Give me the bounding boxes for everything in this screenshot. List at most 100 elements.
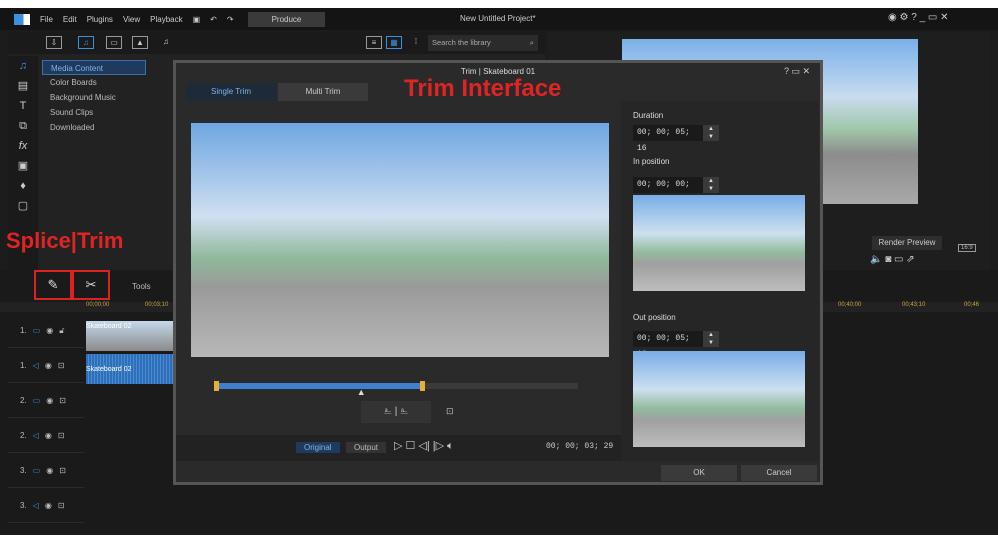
in-position-field[interactable]: 00; 00; 00; 00 [633,177,703,205]
trim-dialog: Trim | Skateboard 01 ? ▭ ✕ Trim Interfac… [173,60,823,485]
library-search-input[interactable]: Search the library ⌕ [428,35,538,51]
menu-plugins[interactable]: Plugins [87,15,113,24]
menu-playback[interactable]: Playback [150,15,182,24]
out-position-field[interactable]: 00; 00; 05; 16 [633,331,703,359]
clip-label: Skateboard 02 [86,323,132,330]
duration-spinner[interactable]: ▲ ▼ [703,125,719,141]
tab-single-trim[interactable]: Single Trim [186,83,276,101]
app-logo [14,13,30,25]
playback-controls[interactable]: ▷ ☐ ◁| |▷ 🔈︎ [394,439,454,453]
playback-bar: Original Output ▷ ☐ ◁| |▷ 🔈︎ 00; 00; 03;… [176,435,621,461]
subtitle-room-icon[interactable]: ▢ [8,196,38,216]
in-position-spinner[interactable]: ▲ ▼ [703,177,719,193]
video-track-2[interactable]: 2. ▭ ◉ ⊡ [8,384,84,418]
ruler-label: 00;46 [964,302,980,308]
eye-icon[interactable]: ◉ [46,396,53,405]
split-button[interactable]: ✎ [34,270,72,300]
audio-track-2[interactable]: 2. ◁ ◉ ⊡ [8,419,84,453]
lock-icon[interactable]: ⊡ [58,431,65,440]
audio-track-icon: ◁ [32,431,39,440]
video-track-icon: ▭ [32,466,41,475]
track-number: 3. [20,501,27,510]
eye-icon[interactable]: ◉ [45,431,52,440]
list-view-icon[interactable]: ≡ [366,36,382,49]
trim-slider[interactable]: ▲ [214,381,578,397]
undo-icon[interactable]: ↶ [210,15,217,24]
category-background-music[interactable]: Background Music [42,90,146,105]
transition-room-icon[interactable]: ⧉ [8,116,38,136]
window-controls[interactable]: ◉ ⚙ ? _ ▭ ✕ [888,12,949,23]
produce-button[interactable]: Produce [247,11,326,27]
particle-room-icon[interactable]: ♦ [8,176,38,196]
thumbnail-size-icon[interactable]: ⁞ [408,36,424,49]
output-toggle[interactable]: Output [346,442,387,453]
in-marker[interactable] [214,381,219,391]
category-color-boards[interactable]: Color Boards [42,75,146,90]
out-marker[interactable] [420,381,426,391]
template-room-icon[interactable]: ▤ [8,76,38,96]
menu-file[interactable]: File [40,15,53,24]
import-icon[interactable]: ⇩ [46,36,62,49]
track-number: 2. [20,431,27,440]
media-room-icon[interactable]: ♫ [8,56,38,76]
save-icon[interactable]: ▣ [193,15,201,24]
ruler-label: 00;03;10 [145,302,169,308]
video-clip[interactable]: Skateboard 02 [86,321,174,351]
trim-settings-panel: Duration 00; 00; 05; 16 ▲ ▼ In position 0… [621,101,819,461]
render-preview-button[interactable]: Render Preview [872,236,942,250]
duration-field[interactable]: 00; 00; 05; 16 [633,125,703,153]
lock-icon[interactable]: ⊡ [59,396,66,405]
eye-icon[interactable]: ◉ [46,466,53,475]
trim-video-preview[interactable] [191,123,609,357]
pip-room-icon[interactable]: ▣ [8,156,38,176]
in-position-thumbnail [633,195,805,291]
image-filter-icon[interactable]: ▲ [132,36,148,49]
out-position-spinner[interactable]: ▲ ▼ [703,331,719,347]
audio-track-icon: ◁ [32,501,39,510]
eye-icon[interactable]: ◉ [45,361,52,370]
video-track-3[interactable]: 3. ▭ ◉ ⊡ [8,454,84,488]
ruler-label: 00;00;00 [86,302,110,308]
menu-edit[interactable]: Edit [63,15,77,24]
lock-icon[interactable]: ⊡ [59,466,66,475]
video-track-1[interactable]: 1. ▭ ◉ 🔓︎ [8,314,84,348]
effect-room-icon[interactable]: fx [8,136,38,156]
aspect-ratio-select[interactable]: 16:9 [958,244,976,252]
duration-label: Duration [633,111,664,120]
track-number: 2. [20,396,27,405]
grid-view-icon[interactable]: ▦ [386,36,402,49]
trim-button[interactable]: ✂ [72,270,110,300]
track-number: 1. [20,361,27,370]
tab-multi-trim[interactable]: Multi Trim [278,83,368,101]
lock-icon[interactable]: ⊡ [58,501,65,510]
audio-track-icon: ◁ [32,361,39,370]
menu-view[interactable]: View [123,15,140,24]
category-sound-clips[interactable]: Sound Clips [42,105,146,120]
lock-icon[interactable]: ⊡ [58,361,65,370]
original-toggle[interactable]: Original [296,442,340,453]
mark-in-out-buttons[interactable]: ⎁ | ⎁ [361,401,431,423]
lock-icon[interactable]: ⊡ [446,406,454,417]
audio-track-3[interactable]: 3. ◁ ◉ ⊡ [8,489,84,523]
playhead[interactable]: ▲ [357,387,366,397]
redo-icon[interactable]: ↷ [227,15,234,24]
title-room-icon[interactable]: T [8,96,38,116]
ruler-label: 00;40;00 [838,302,862,308]
in-position-label: In position [633,157,670,166]
dialog-window-controls[interactable]: ? ▭ ✕ [784,66,810,77]
eye-icon[interactable]: ◉ [46,326,53,335]
category-downloaded[interactable]: Downloaded [42,120,146,135]
lock-icon[interactable]: 🔓︎ [59,326,64,336]
eye-icon[interactable]: ◉ [45,501,52,510]
clip-label: Skateboard 02 [86,366,132,373]
video-filter-icon[interactable]: ▭ [106,36,122,49]
media-filter-icon[interactable]: ♫ [78,36,94,49]
audio-track-1[interactable]: 1. ◁ ◉ ⊡ [8,349,84,383]
preview-tool-icons[interactable]: 🔈 ◙ ▭ ⇗ [870,254,915,265]
category-media-content[interactable]: Media Content [42,60,146,75]
audio-filter-icon[interactable]: ♫ [158,36,174,49]
audio-clip[interactable]: Skateboard 02 [86,354,174,384]
tools-menu[interactable]: Tools [132,282,151,291]
cancel-button[interactable]: Cancel [741,465,817,481]
ok-button[interactable]: OK [661,465,737,481]
